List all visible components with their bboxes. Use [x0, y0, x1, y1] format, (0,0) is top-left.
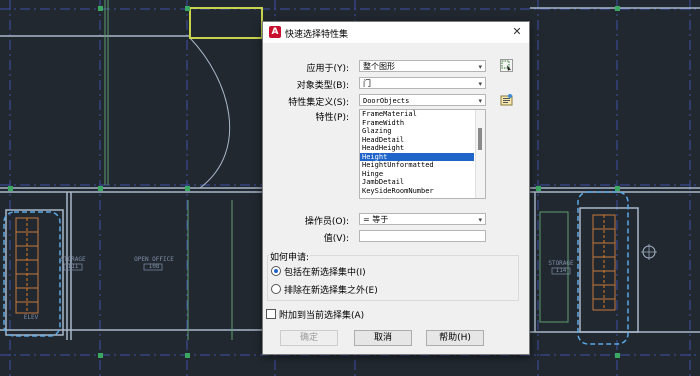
how-to-apply-label: 如何申请: [269, 250, 311, 263]
list-item[interactable]: FrameMaterial [360, 110, 474, 119]
operator-value: = 等于 [363, 215, 389, 224]
object-type-label: 对象类型(B): [296, 81, 349, 91]
apply-to-value: 整个图形 [363, 62, 395, 71]
list-item[interactable]: JambDetail [360, 178, 474, 187]
autocad-icon: A [269, 26, 281, 38]
operator-dropdown[interactable]: = 等于 ▾ [359, 213, 486, 225]
list-item[interactable]: FrameWidth [360, 119, 474, 128]
checkbox-unchecked[interactable] [266, 309, 276, 319]
property-label: 特性(P): [315, 113, 349, 123]
append-to-current-selection-checkbox[interactable]: 附加到当前选择集(A) [266, 308, 364, 321]
exclude-label: 排除在新选择集之外(E) [284, 286, 378, 296]
object-type-dropdown[interactable]: 门 ▾ [359, 77, 486, 89]
operator-label: 操作员(O): [304, 217, 349, 227]
property-list[interactable]: FrameMaterial FrameWidth Glazing HeadDet… [359, 109, 486, 199]
cancel-button[interactable]: 取消 [354, 330, 412, 346]
chevron-down-icon: ▾ [478, 63, 482, 71]
room-label-elev: ELEV [20, 314, 42, 321]
list-item[interactable]: Hinge [360, 170, 474, 179]
list-scrollbar[interactable] [475, 110, 485, 198]
room-label-storage-left: STORAGE 111 [58, 256, 88, 270]
exclude-from-new-selection-radio[interactable]: 排除在新选择集之外(E) [271, 283, 378, 296]
close-icon: ✕ [512, 25, 522, 38]
room-number: 114 [555, 267, 567, 274]
select-objects-icon[interactable] [500, 59, 513, 72]
apply-to-dropdown[interactable]: 整个图形 ▾ [359, 60, 486, 72]
dialog-title: 快速选择特性集 [285, 30, 349, 40]
room-name: OPEN OFFICE [134, 256, 174, 263]
include-in-new-selection-radio[interactable]: 包括在新选择集中(I) [271, 265, 366, 278]
list-item[interactable]: HeightUnformatted [360, 161, 474, 170]
property-set-definition-dropdown[interactable]: DoorObjects ▾ [359, 94, 486, 106]
include-label: 包括在新选择集中(I) [284, 268, 366, 278]
property-set-definition-label: 特性集定义(S): [288, 98, 349, 108]
value-input[interactable] [359, 230, 486, 242]
room-number: 111 [67, 263, 79, 270]
close-button[interactable]: ✕ [509, 24, 525, 40]
list-item[interactable]: KeySideRoomNumber [360, 187, 474, 196]
room-label-open-office: OPEN OFFICE 108 [126, 256, 182, 270]
room-name: STORAGE [548, 260, 574, 267]
value-label: 值(V): [323, 234, 349, 244]
chevron-down-icon: ▾ [478, 216, 482, 224]
list-item[interactable]: HeadHeight [360, 144, 474, 153]
radio-checked[interactable] [271, 266, 281, 276]
room-name: STORAGE [60, 256, 86, 263]
apply-to-label: 应用于(Y): [306, 64, 349, 74]
room-label-storage-right: STORAGE 114 [546, 260, 576, 274]
dialog-titlebar[interactable]: A 快速选择特性集 ✕ [263, 22, 529, 43]
object-type-value: 门 [363, 79, 371, 88]
list-item-selected[interactable]: Height [360, 152, 474, 161]
ok-button[interactable]: 确定 [280, 330, 338, 346]
property-set-definition-value: DoorObjects [363, 97, 410, 105]
chevron-down-icon: ▾ [478, 80, 482, 88]
help-button[interactable]: 帮助(H) [426, 330, 484, 346]
list-item[interactable]: Glazing [360, 127, 474, 136]
scrollbar-thumb[interactable] [478, 128, 482, 150]
chevron-down-icon: ▾ [478, 97, 482, 105]
room-number: 108 [148, 263, 160, 270]
room-name: ELEV [23, 314, 39, 321]
list-item[interactable]: HeadDetail [360, 136, 474, 145]
radio-unchecked[interactable] [271, 284, 281, 294]
property-set-browse-icon[interactable] [500, 93, 513, 106]
quick-select-property-set-dialog: A 快速选择特性集 ✕ 应用于(Y): 整个图形 ▾ 对象类型(B): 门 ▾ … [262, 21, 530, 355]
append-label: 附加到当前选择集(A) [279, 311, 365, 321]
